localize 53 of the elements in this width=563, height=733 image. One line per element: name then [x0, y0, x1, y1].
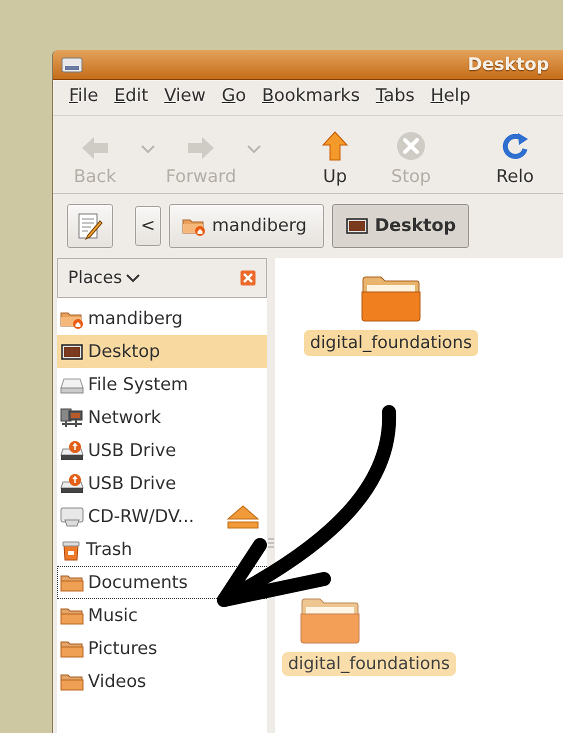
- network-icon: [60, 408, 84, 428]
- folder-icon: [60, 574, 84, 592]
- up-arrow-icon: [322, 131, 348, 161]
- right-arrow-icon: [186, 135, 216, 161]
- menu-item[interactable]: Bookmarks: [262, 86, 360, 115]
- menu-item[interactable]: View: [164, 86, 206, 115]
- places-dropdown[interactable]: Places: [68, 268, 140, 288]
- up-button[interactable]: Up: [297, 131, 373, 187]
- edit-location-button[interactable]: [67, 204, 113, 248]
- eject-icon[interactable]: [226, 504, 260, 530]
- sidebar-item[interactable]: Pictures: [57, 632, 267, 665]
- window-icon: [61, 56, 83, 74]
- sidebar-item[interactable]: Network: [57, 401, 267, 434]
- sidebar-item[interactable]: Desktop: [57, 335, 267, 368]
- folder-icon[interactable]: [361, 276, 421, 322]
- sidebar-item[interactable]: Trash: [57, 533, 267, 566]
- path-button[interactable]: mandiberg: [169, 204, 324, 248]
- stop-icon: [396, 131, 426, 161]
- folder-label[interactable]: digital_foundations: [304, 330, 478, 356]
- folder-icon: [60, 640, 84, 658]
- sidebar-item[interactable]: mandiberg: [57, 302, 267, 335]
- left-arrow-icon: [80, 135, 110, 161]
- menu-item[interactable]: Tabs: [376, 86, 415, 115]
- dragged-folder-label: digital_foundations: [282, 652, 456, 676]
- window-title: Desktop: [468, 54, 549, 74]
- scroll-left-button[interactable]: <: [135, 206, 161, 246]
- menu-item[interactable]: Edit: [114, 86, 148, 115]
- close-icon[interactable]: [240, 270, 256, 286]
- sidebar-item[interactable]: USB Drive: [57, 434, 267, 467]
- usb-drive-icon: [60, 474, 84, 494]
- reload-button[interactable]: Relo: [477, 131, 553, 187]
- menu-item[interactable]: File: [69, 86, 98, 115]
- usb-drive-icon: [60, 440, 84, 460]
- trash-icon: [60, 538, 82, 560]
- sidebar-item[interactable]: Videos: [57, 665, 267, 698]
- menu-item[interactable]: Help: [430, 86, 470, 115]
- folder-icon: [60, 606, 84, 624]
- sidebar-item[interactable]: File System: [57, 368, 267, 401]
- optical-drive-icon: [60, 506, 84, 528]
- dragged-folder-icon: [300, 598, 360, 644]
- sidebar-item[interactable]: USB Drive: [57, 467, 267, 500]
- path-button[interactable]: Desktop: [332, 204, 470, 248]
- pane-resize-handle[interactable]: [268, 536, 274, 550]
- reload-icon: [501, 131, 529, 161]
- sidebar-item[interactable]: CD-RW/DV...: [57, 500, 267, 533]
- desktop-icon: [60, 342, 84, 362]
- desktop-icon: [344, 216, 369, 236]
- sidebar-item[interactable]: Documents: [57, 566, 267, 599]
- folder-icon: [60, 672, 84, 690]
- sidebar-item[interactable]: Music: [57, 599, 267, 632]
- notepad-pencil-icon: [76, 211, 104, 241]
- menu-item[interactable]: Go: [222, 86, 246, 115]
- caret-icon: [126, 273, 140, 283]
